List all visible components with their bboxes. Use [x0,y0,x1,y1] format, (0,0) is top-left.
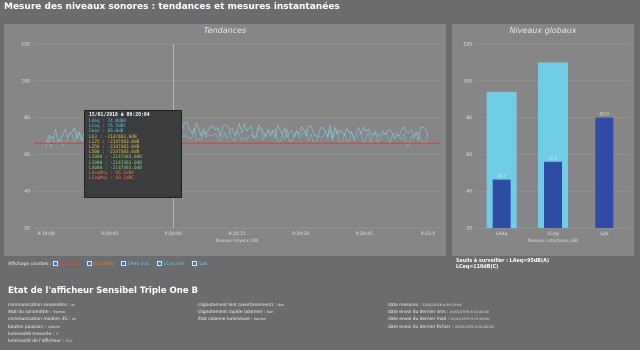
status-label: luminosité mesurée : [8,331,56,337]
bar-y-tick: 80 [466,115,472,121]
status-row: état du sonomètre : Normal [8,309,76,316]
status-label: date mesures : [388,303,423,308]
status-label: état colonne lumineuse : [198,317,254,323]
bar-instant-laeq [492,179,511,228]
trend-tooltip: 15/01/2018 à 09:20:04 LAeq : 74.0dBA LCeq… [84,110,182,198]
status-label: communication modem 3G : [8,317,72,323]
status-row: date envoi du dernier sms : 01/01/1970 à… [388,309,494,316]
bar-y-tick: 120 [463,42,472,48]
status-value: 15/01/2018 à 09:20:04 [422,303,462,307]
status-row: communication sonomètre : ok [8,302,76,309]
trend-y-tick: 100 [21,78,30,84]
status-label: date envoi du dernier fichier : [388,324,455,330]
status-row: bouton poussoir : relâché [8,324,76,331]
threshold-info: Seuils à surveiller : LAeq=95dB(A) LCeq=… [456,259,549,271]
status-value: 3 [55,331,58,336]
status-value: relâché [47,324,61,329]
trend-x-tick: 9:20:00 [165,231,182,237]
bar-y-tick: 20 [466,226,472,232]
status-value: Non [266,310,274,315]
trend-chart-panel: Tendances 120 100 80 60 40 20 9:19:00 9:19:45 9:… [4,24,446,256]
trend-y-tick: 80 [24,115,30,121]
trend-x-tick: 9:19:45 [101,231,118,237]
global-levels-panel: Niveaux globaux 120 100 80 60 40 20 46.3 LAeq 56… [452,24,634,256]
trend-y-tick: 40 [24,189,30,195]
trend-x-tick: 9:20:15 [228,231,245,237]
checkbox-lceqmoy[interactable] [86,261,92,266]
status-row: date envoi du dernier mail : 01/01/1970 … [388,316,494,323]
bar-category-label: LAeq [496,231,507,237]
trend-y-tick: 120 [21,42,30,48]
toggle-laeqmoy-label: LAeqMoy [59,262,81,267]
status-value: 01/01/1970 à 01:00:00 [454,324,494,329]
bar-y-tick: 40 [466,189,472,195]
checkbox-laeqmoy[interactable] [52,261,58,266]
status-row: clignotement lent (avertissement) : Non [198,302,284,309]
status-label: bouton poussoir : [8,324,48,330]
status-row: état colonne lumineuse : Normal [198,316,284,323]
toggle-lceqmoy-label: LCeqMoy [93,262,115,267]
bar-category-label: Lpk [600,231,608,237]
status-row: communication modem 3G : ok [8,316,76,323]
toggle-laeq-inst-label: LAeq inst. [127,262,151,267]
curve-display-label: Affichage courbes : [8,262,52,267]
status-label: communication sonomètre : [8,303,72,308]
bar-value-label: 46.3 [497,174,506,179]
toggle-lceq-inst-label: LCeq inst. [163,262,186,267]
trend-x-tick: 9:20:30 [292,231,309,237]
toggle-laeq-inst[interactable]: LAeq inst. [120,261,151,267]
curve-display-toggles: Affichage courbes : LAeqMoy LCeqMoy LAeq… [8,261,212,267]
status-row: clignotement rapide (alarme) : Non [198,309,284,316]
status-label: luminosité de l'afficheur : [8,339,66,345]
trend-x-tick: 9:19:00 [37,231,54,237]
status-row: date envoi du dernier fichier : 01/01/19… [388,324,494,331]
status-row: luminosité de l'afficheur : 15.1 [8,338,76,345]
status-label: date envoi du dernier mail : [388,317,451,323]
app-title: Mesure des niveaux sonores : tendances e… [4,2,340,12]
checkbox-lceq-inst[interactable] [156,261,162,266]
status-value: Normal [253,317,267,322]
status-row: date mesures : 15/01/2018 à 09:20:04 [388,302,494,309]
bar-instant-lceq [544,161,562,228]
status-value: ok [71,303,76,307]
status-column-1: communication sonomètre : ok état du sono… [8,302,76,345]
bar-x-axis-label: Niveaux instantanés (dB) [528,238,579,243]
status-row: luminosité mesurée : 3 [8,331,76,338]
trend-x-tick: 9:21:0 [421,231,436,237]
bar-y-tick: 100 [463,78,472,84]
threshold-lceq: LCeq=110dB(C) [456,265,499,271]
toggle-laeqmoy[interactable]: LAeqMoy [52,261,81,267]
status-value: ok [71,317,76,322]
trend-y-tick: 20 [24,226,30,232]
bar-y-tick: 60 [466,152,472,158]
global-levels-chart: 120 100 80 60 40 20 46.3 LAeq 56.0 LCeq 80.0 Lpk Niv… [463,42,630,243]
status-value: 01/01/1970 à 01:00:00 [450,317,490,322]
trend-y-tick: 60 [24,152,30,158]
trend-x-axis-label: Niveaux moyens (dB) [215,238,258,243]
toggle-lceq-inst[interactable]: LCeq inst. [156,261,186,267]
bar-value-label: 80.0 [600,112,609,117]
status-label: clignotement lent (avertissement) : [198,303,278,308]
toggle-lpk[interactable]: Lpk [192,261,207,267]
status-label: état du sonomètre : [8,310,54,316]
toggle-lpk-label: Lpk [199,262,208,267]
status-value: Non [277,303,285,307]
trend-chart[interactable]: 120 100 80 60 40 20 9:19:00 9:19:45 9:20:00 9:20:… [4,24,446,256]
bar-value-label: 56.0 [549,156,558,161]
checkbox-laeq-inst[interactable] [120,261,126,266]
checkbox-lpk[interactable] [192,261,198,266]
status-value: 15.1 [65,339,73,344]
status-label: date envoi du dernier sms : [388,310,450,316]
bar-instant-lpk [595,117,614,228]
status-title: Etat de l'afficheur Sensibel Triple One … [8,286,199,296]
status-label: clignotement rapide (alarme) : [198,310,267,316]
status-value: 01/01/1970 à 01:00:00 [449,310,489,315]
trend-x-tick: 9:20:45 [356,231,373,237]
bar-category-label: LCeq [547,231,558,237]
status-value: Normal [53,310,66,315]
tooltip-line: LCeqMoy : 69.1dBC [89,176,134,182]
status-column-2: clignotement lent (avertissement) : Non c… [198,302,284,324]
toggle-lceqmoy[interactable]: LCeqMoy [86,261,115,267]
status-column-3: date mesures : 15/01/2018 à 09:20:04 date… [388,302,494,331]
